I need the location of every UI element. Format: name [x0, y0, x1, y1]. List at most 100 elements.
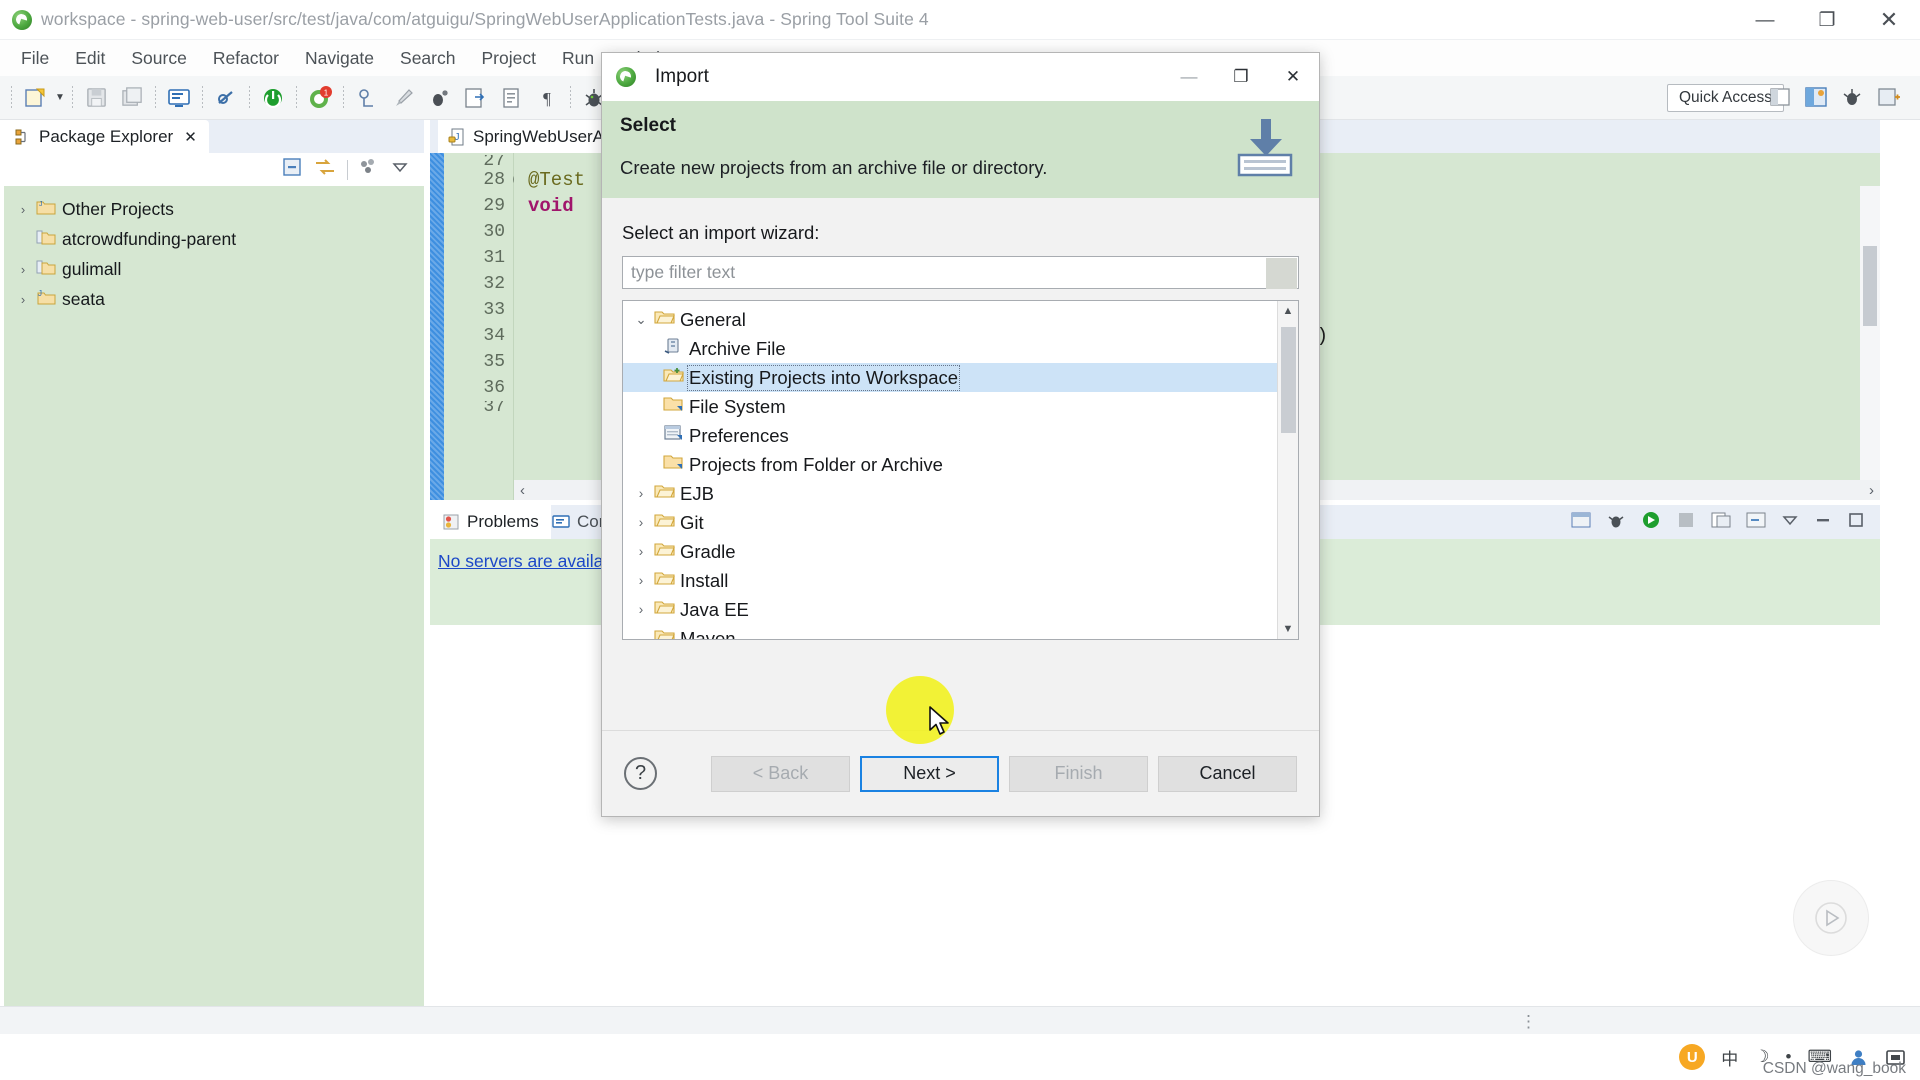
- twisty-collapsed-icon[interactable]: ›: [633, 544, 649, 559]
- open-console-icon[interactable]: [1745, 510, 1767, 535]
- pilcrow-icon[interactable]: ¶: [532, 83, 562, 113]
- wizard-item-ejb[interactable]: › EJB: [623, 479, 1277, 508]
- java-perspective-icon[interactable]: [1801, 82, 1831, 112]
- wizard-item-maven[interactable]: ⌄ Maven: [623, 624, 1277, 640]
- twisty-collapsed-icon[interactable]: ›: [633, 486, 649, 501]
- wizard-tree-scrollbar[interactable]: ▲ ▼: [1277, 301, 1298, 639]
- close-window-button[interactable]: ✕: [1858, 0, 1920, 40]
- scrollbar-thumb[interactable]: [1863, 246, 1877, 326]
- tree-item-gulimall[interactable]: › gulimall: [4, 254, 424, 284]
- filter-clear-button[interactable]: [1266, 258, 1297, 289]
- run-external-icon[interactable]: [460, 83, 490, 113]
- tab-package-explorer[interactable]: Package Explorer ✕: [4, 120, 209, 153]
- ime-indicator-icon[interactable]: U: [1679, 1044, 1706, 1070]
- tree-item-other-projects[interactable]: › J Other Projects: [4, 194, 424, 224]
- twisty-expanded-icon[interactable]: ⌄: [633, 631, 649, 640]
- close-icon[interactable]: ✕: [184, 128, 197, 146]
- menu-run[interactable]: Run: [549, 44, 607, 73]
- dialog-minimize-button[interactable]: —: [1163, 53, 1215, 101]
- menu-file[interactable]: File: [8, 44, 62, 73]
- wizard-item-git[interactable]: › Git: [623, 508, 1277, 537]
- tree-item-seata[interactable]: › J seata: [4, 284, 424, 314]
- open-perspective-plus-icon[interactable]: [1873, 82, 1903, 112]
- next-button[interactable]: Next >: [860, 755, 999, 792]
- new-file-icon[interactable]: [20, 83, 50, 113]
- window-controls: — ❐ ✕: [1734, 0, 1920, 40]
- menu-search[interactable]: Search: [387, 44, 468, 73]
- wizard-item-archive-file[interactable]: Archive File: [623, 334, 1277, 363]
- scroll-down-icon[interactable]: ▼: [1278, 619, 1298, 639]
- wizard-item-java-ee[interactable]: › Java EE: [623, 595, 1277, 624]
- twisty-icon[interactable]: ›: [16, 292, 30, 307]
- wizard-item-install[interactable]: › Install: [623, 566, 1277, 595]
- stop-icon[interactable]: [1675, 510, 1697, 535]
- new-java-project-icon[interactable]: [352, 83, 382, 113]
- ime-chinese-mode[interactable]: 中: [1721, 1045, 1738, 1070]
- skip-breakpoints-icon[interactable]: [211, 83, 241, 113]
- twisty-icon[interactable]: ›: [16, 262, 30, 277]
- scroll-right-icon[interactable]: ›: [1869, 482, 1874, 499]
- collapse-all-icon[interactable]: [281, 156, 303, 183]
- console-icon[interactable]: [164, 83, 194, 113]
- menu-edit[interactable]: Edit: [62, 44, 118, 73]
- cancel-button[interactable]: Cancel: [1158, 755, 1297, 792]
- line-number: 32: [483, 274, 505, 294]
- filter-input-wrapper[interactable]: type filter text: [622, 256, 1299, 289]
- link-with-editor-icon[interactable]: [313, 156, 337, 183]
- wizard-item-gradle[interactable]: › Gradle: [623, 537, 1277, 566]
- twisty-icon[interactable]: ›: [16, 202, 30, 217]
- maximize-icon[interactable]: [1846, 510, 1866, 535]
- wizard-item-preferences[interactable]: Preferences: [623, 421, 1277, 450]
- wizard-item-label: EJB: [680, 482, 714, 504]
- debug-icon[interactable]: [424, 83, 454, 113]
- paintbrush-icon[interactable]: [388, 83, 418, 113]
- filter-input[interactable]: type filter text: [623, 262, 735, 283]
- scroll-up-icon[interactable]: ▲: [1278, 301, 1298, 321]
- open-folder-icon: [654, 308, 675, 331]
- scroll-left-icon[interactable]: ‹: [520, 482, 525, 499]
- editor-vertical-scrollbar[interactable]: [1860, 186, 1880, 480]
- maximize-window-button[interactable]: ❐: [1796, 0, 1858, 40]
- help-button[interactable]: ?: [624, 757, 657, 790]
- scrollbar-thumb[interactable]: [1281, 327, 1296, 433]
- dialog-maximize-button[interactable]: ❐: [1215, 53, 1267, 101]
- back-button[interactable]: < Back: [711, 755, 850, 792]
- new-console-icon[interactable]: [1710, 510, 1732, 535]
- minimize-panel-icon[interactable]: [1570, 510, 1592, 535]
- debug-icon[interactable]: [1605, 510, 1627, 535]
- minimize-icon[interactable]: [1813, 510, 1833, 535]
- menu-project[interactable]: Project: [468, 44, 548, 73]
- save-all-icon[interactable]: [117, 83, 147, 113]
- wizard-item-projects-from-folder-or-archive[interactable]: Projects from Folder or Archive: [623, 450, 1277, 479]
- wizard-item-existing-projects-into-workspace[interactable]: Existing Projects into Workspace: [623, 363, 1277, 392]
- svg-text:1: 1: [324, 88, 329, 97]
- twisty-collapsed-icon[interactable]: ›: [633, 515, 649, 530]
- twisty-collapsed-icon[interactable]: ›: [633, 573, 649, 588]
- minimize-window-button[interactable]: —: [1734, 0, 1796, 40]
- open-type-icon[interactable]: [496, 83, 526, 113]
- finish-button[interactable]: Finish: [1009, 755, 1148, 792]
- menu-refactor[interactable]: Refactor: [200, 44, 292, 73]
- run-icon[interactable]: [1640, 510, 1662, 535]
- wizard-item-file-system[interactable]: File System: [623, 392, 1277, 421]
- new-file-dropdown-icon[interactable]: ▼: [53, 83, 67, 113]
- save-icon[interactable]: [81, 83, 111, 113]
- closed-folder-icon: [654, 569, 675, 592]
- boot-dashboard-icon[interactable]: 1: [305, 83, 335, 113]
- menu-navigate[interactable]: Navigate: [292, 44, 387, 73]
- menu-source[interactable]: Source: [118, 44, 199, 73]
- chevron-down-icon[interactable]: [390, 157, 410, 182]
- media-player-badge[interactable]: [1794, 881, 1868, 955]
- twisty-expanded-icon[interactable]: ⌄: [633, 312, 649, 328]
- view-menu-icon[interactable]: [1780, 510, 1800, 535]
- open-perspective-icon[interactable]: [1765, 82, 1795, 112]
- debug-perspective-icon[interactable]: [1837, 82, 1867, 112]
- twisty-collapsed-icon[interactable]: ›: [633, 602, 649, 617]
- terminate-icon[interactable]: [258, 83, 288, 113]
- tree-item-atcrowdfunding-parent[interactable]: atcrowdfunding-parent: [4, 224, 424, 254]
- view-menu-icon[interactable]: [358, 156, 380, 183]
- tab-problems[interactable]: Problems: [430, 505, 551, 539]
- no-servers-link[interactable]: No servers are available: [438, 551, 627, 571]
- dialog-close-button[interactable]: ✕: [1267, 53, 1319, 101]
- wizard-item-general[interactable]: ⌄ General: [623, 305, 1277, 334]
